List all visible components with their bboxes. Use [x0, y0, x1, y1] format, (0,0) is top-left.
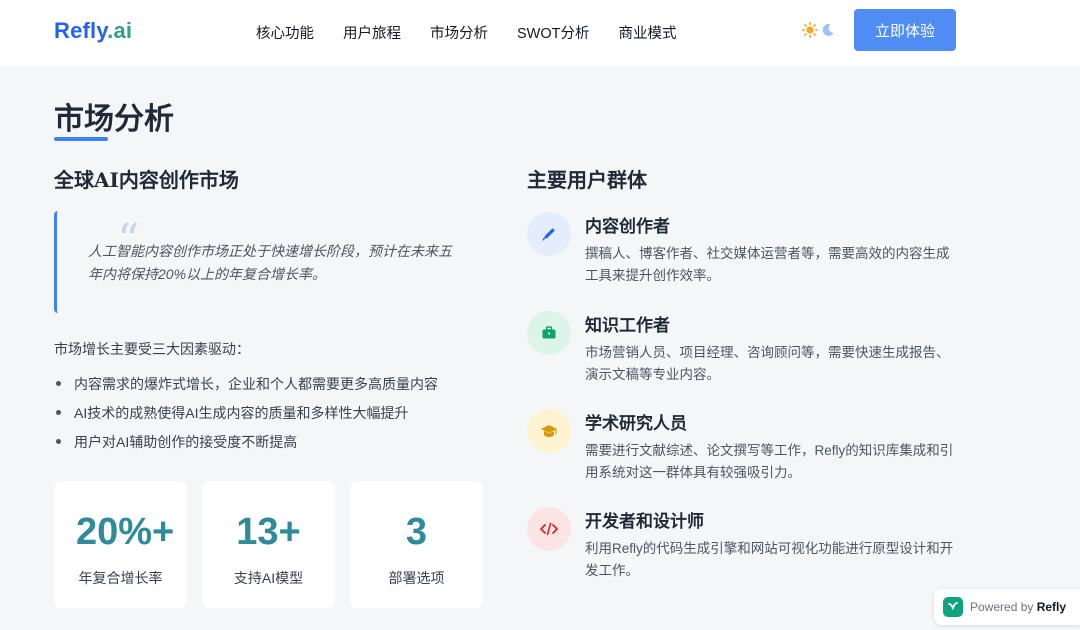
aud-icon-wrap	[527, 311, 571, 355]
powered-brand: Refly	[1036, 600, 1067, 614]
quote-text: 人工智能内容创作市场正处于快速增长阶段，预计在未来五年内将保持20%以上的年复合…	[88, 243, 452, 282]
pen-icon	[542, 228, 555, 241]
stat-value: 3	[405, 511, 428, 553]
driver-text: AI技术的成熟使得AI生成内容的质量和多样性大幅提升	[74, 405, 409, 421]
powered-by-badge[interactable]: Powered by Refly	[934, 589, 1080, 625]
nav-item-market[interactable]: 市场分析	[430, 22, 488, 43]
aud-title: 开发者和设计师	[585, 512, 704, 532]
page-title: 市场分析	[54, 102, 174, 137]
try-now-button[interactable]: 立即体验	[854, 9, 956, 51]
nav-item-business-model[interactable]: 商业模式	[619, 22, 677, 43]
aud-desc: 撰稿人、博客作者、社交媒体运营者等，需要高效的内容生成工具来提升创作效率。	[585, 246, 950, 283]
logo[interactable]: Refly.ai	[54, 18, 132, 44]
nav-item-features[interactable]: 核心功能	[256, 22, 314, 43]
driver-text: 用户对AI辅助创作的接受度不断提高	[74, 434, 298, 450]
stat-card-models: 13+ 支持AI模型	[202, 481, 335, 608]
refly-mark-icon	[948, 602, 958, 611]
aud-icon-wrap	[527, 212, 571, 256]
stat-label: 部署选项	[388, 570, 445, 586]
audience-item-developers: 开发者和设计师 利用Refly的代码生成引擎和网站可视化功能进行原型设计和开发工…	[527, 507, 967, 587]
powered-by-text: Powered by Refly	[970, 600, 1066, 614]
market-heading: 全球AI内容创作市场	[54, 168, 239, 192]
theme-toggle[interactable]	[802, 22, 835, 38]
title-underline	[54, 137, 108, 141]
aud-title: 内容创作者	[585, 217, 670, 237]
bullet-dot-icon	[56, 381, 61, 386]
graduation-cap-icon	[541, 425, 557, 437]
stat-card-deploy: 3 部署选项	[350, 481, 483, 608]
drivers-intro: 市场增长主要受三大因素驱动：	[54, 341, 250, 357]
top-header: Refly.ai 核心功能 用户旅程 市场分析 SWOT分析 商业模式 立即体验	[0, 0, 1080, 66]
refly-logo-icon	[943, 597, 963, 617]
stat-card-growth: 20%+ 年复合增长率	[54, 481, 187, 608]
audience-item-researchers: 学术研究人员 需要进行文献综述、论文撰写等工作，Refly的知识库集成和引用系统…	[527, 409, 967, 489]
list-item: AI技术的成熟使得AI生成内容的质量和多样性大幅提升	[54, 402, 438, 431]
audience-heading: 主要用户群体	[527, 168, 647, 192]
list-item: 内容需求的爆炸式增长，企业和个人都需要更多高质量内容	[54, 373, 438, 402]
main-nav: 核心功能 用户旅程 市场分析 SWOT分析 商业模式	[256, 22, 706, 43]
audience-item-knowledge-workers: 知识工作者 市场营销人员、项目经理、咨询顾问等，需要快速生成报告、演示文稿等专业…	[527, 311, 967, 391]
aud-desc: 市场营销人员、项目经理、咨询顾问等，需要快速生成报告、演示文稿等专业内容。	[585, 345, 950, 382]
aud-icon-wrap	[527, 409, 571, 453]
logo-suffix: .ai	[107, 18, 133, 43]
stat-label: 年复合增长率	[78, 570, 163, 586]
aud-desc: 利用Refly的代码生成引擎和网站可视化功能进行原型设计和开发工作。	[585, 541, 954, 578]
stat-value: 20%+	[76, 511, 175, 553]
nav-item-swot[interactable]: SWOT分析	[517, 22, 590, 43]
code-icon	[540, 522, 558, 536]
audience-item-creators: 内容创作者 撰稿人、博客作者、社交媒体运营者等，需要高效的内容生成工具来提升创作…	[527, 212, 967, 292]
aud-title: 学术研究人员	[585, 414, 687, 434]
aud-title: 知识工作者	[585, 316, 670, 336]
stat-label: 支持AI模型	[233, 570, 304, 586]
market-quote: “ 人工智能内容创作市场正处于快速增长阶段，预计在未来五年内将保持20%以上的年…	[54, 211, 464, 313]
drivers-list: 内容需求的爆炸式增长，企业和个人都需要更多高质量内容 AI技术的成熟使得AI生成…	[54, 373, 438, 460]
driver-text: 内容需求的爆炸式增长，企业和个人都需要更多高质量内容	[74, 376, 438, 392]
bullet-dot-icon	[56, 439, 61, 444]
aud-desc: 需要进行文献综述、论文撰写等工作，Refly的知识库集成和引用系统对这一群体具有…	[585, 443, 954, 480]
briefcase-icon	[542, 326, 556, 339]
sun-icon	[802, 22, 818, 38]
aud-icon-wrap	[527, 507, 571, 551]
list-item: 用户对AI辅助创作的接受度不断提高	[54, 431, 438, 460]
nav-item-user-journey[interactable]: 用户旅程	[343, 22, 401, 43]
moon-icon	[822, 23, 834, 36]
powered-prefix: Powered by	[970, 600, 1034, 614]
stat-value: 13+	[236, 511, 301, 553]
bullet-dot-icon	[56, 410, 61, 415]
logo-main: Refly	[54, 18, 108, 43]
